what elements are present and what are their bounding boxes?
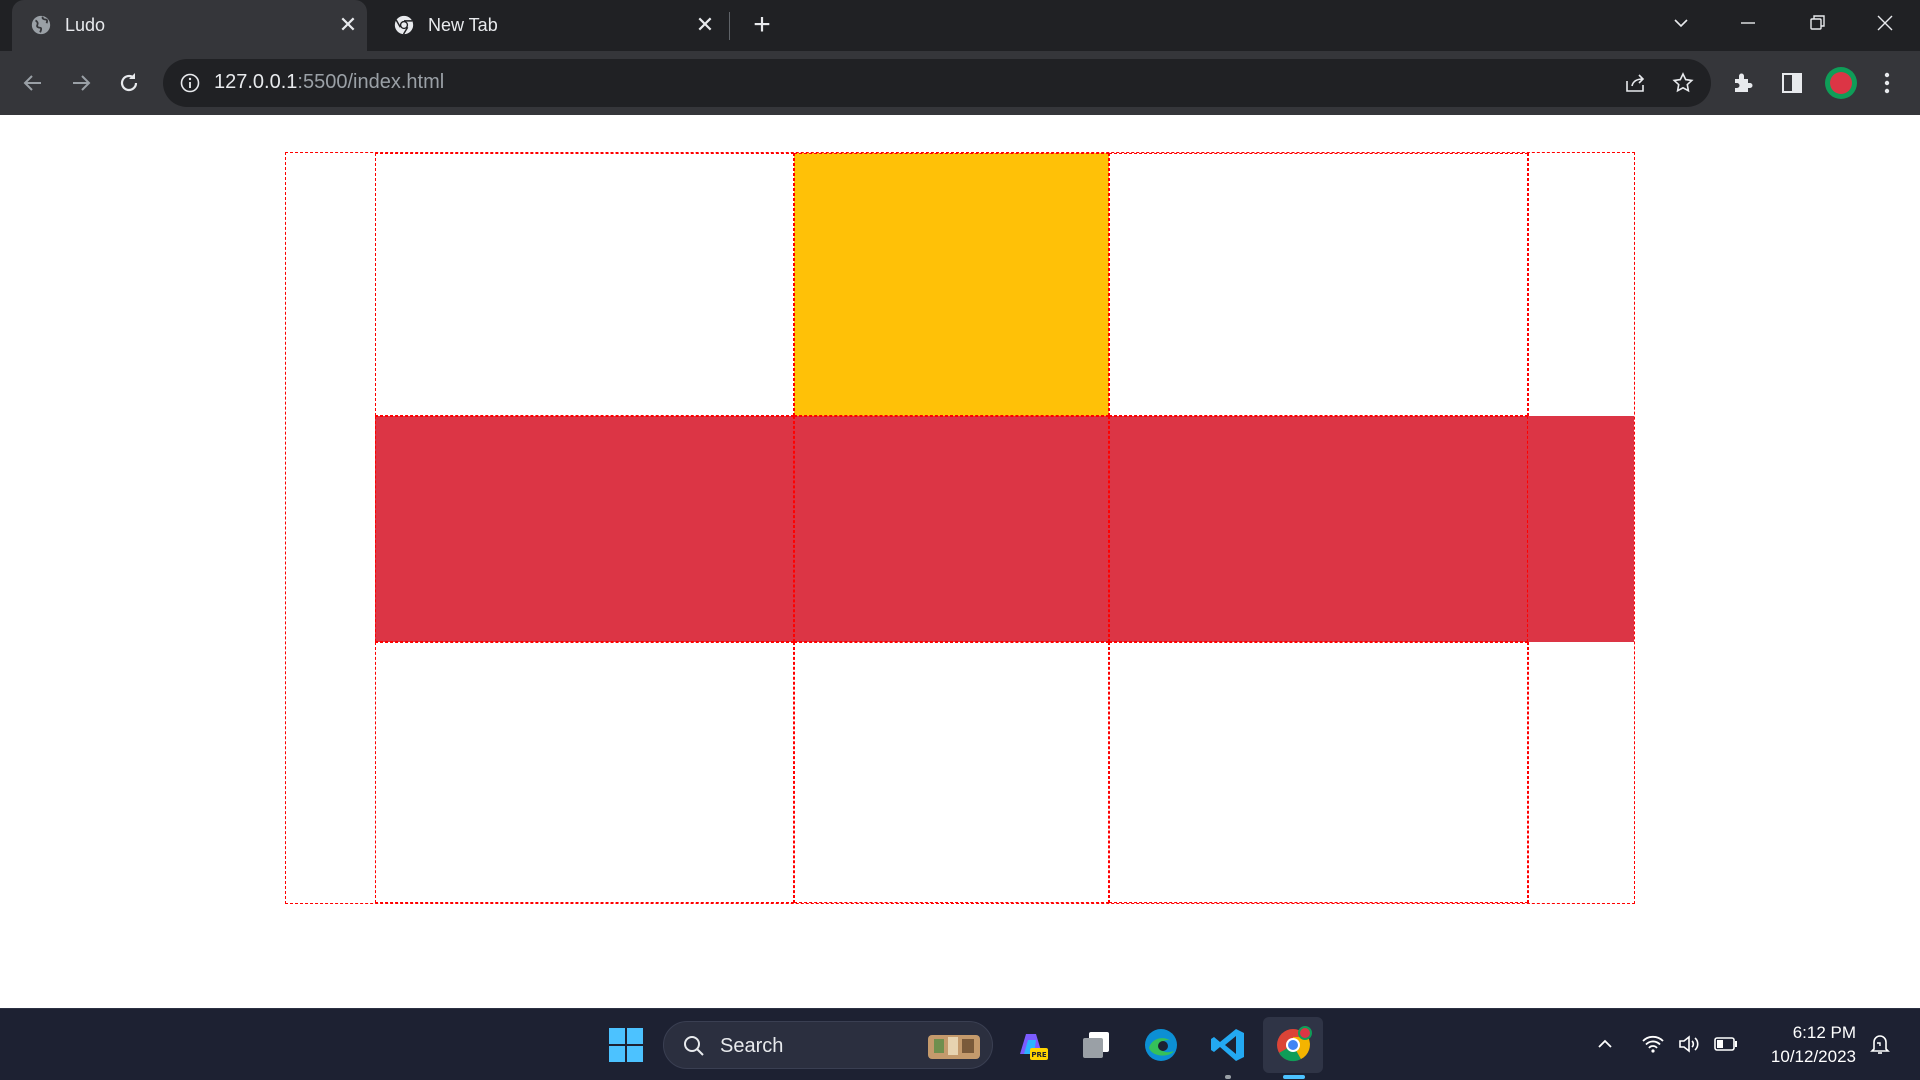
search-highlight-icon — [928, 1035, 980, 1059]
board-cell-red — [1528, 416, 1634, 642]
chrome-icon — [394, 15, 414, 35]
tab-search-chevron-icon[interactable] — [1666, 8, 1696, 38]
search-icon — [684, 1036, 704, 1056]
profile-avatar[interactable] — [1825, 67, 1857, 99]
close-window-icon[interactable] — [1870, 8, 1900, 38]
board-cell-red — [375, 416, 794, 642]
tab-title: Ludo — [65, 15, 106, 35]
url-text[interactable]: 127.0.0.1:5500/index.html — [214, 71, 444, 94]
extensions-puzzle-icon[interactable] — [1730, 70, 1756, 96]
board-cell-yellow — [794, 153, 1109, 416]
url-path: :5500/index.html — [297, 71, 445, 93]
vscode-running-indicator — [1225, 1075, 1231, 1079]
tab-ludo[interactable]: Ludo ✕ — [12, 0, 367, 51]
close-tab-icon[interactable]: ✕ — [693, 13, 717, 37]
show-hidden-icons-chevron-icon[interactable] — [1594, 1033, 1616, 1055]
chrome-icon[interactable] — [1272, 1024, 1314, 1066]
more-menu-icon[interactable] — [1873, 69, 1901, 97]
site-info-icon[interactable] — [179, 72, 201, 94]
profile-avatar-image — [1830, 72, 1852, 94]
tab-separator — [729, 12, 730, 40]
page-viewport — [0, 115, 1920, 1008]
clock-date: 10/12/2023 — [1770, 1047, 1856, 1066]
chrome-active-indicator — [1283, 1075, 1305, 1079]
bookmark-star-icon[interactable] — [1671, 71, 1695, 95]
battery-icon[interactable] — [1712, 1031, 1740, 1057]
new-tab-button[interactable]: + — [748, 10, 776, 40]
minimize-icon[interactable] — [1733, 8, 1763, 38]
svg-text:PRE: PRE — [1031, 1051, 1047, 1059]
windows-start-icon[interactable] — [605, 1024, 647, 1066]
tab-new-tab[interactable]: New Tab ✕ — [375, 0, 725, 51]
forward-arrow-icon[interactable] — [67, 69, 95, 97]
side-panel-icon[interactable] — [1779, 70, 1805, 96]
system-clock[interactable]: 6:12 PM 10/12/2023 — [1750, 1021, 1856, 1069]
board-cell — [1109, 153, 1528, 416]
close-tab-icon[interactable]: ✕ — [336, 13, 360, 37]
share-icon[interactable] — [1623, 71, 1647, 95]
board-column-divider — [1528, 642, 1529, 903]
search-placeholder: Search — [720, 1035, 784, 1057]
board-cell — [375, 153, 794, 416]
tab-title: New Tab — [428, 15, 498, 35]
tab-strip: Ludo ✕ New Tab ✕ + — [0, 0, 1920, 51]
board-cell — [794, 642, 1109, 903]
edge-icon[interactable] — [1140, 1024, 1182, 1066]
notification-bell-icon[interactable] — [1867, 1031, 1893, 1057]
vscode-icon[interactable] — [1207, 1024, 1249, 1066]
taskbar-search[interactable]: Search — [663, 1021, 993, 1069]
wifi-icon[interactable] — [1640, 1031, 1666, 1057]
board-cell-red — [1109, 416, 1528, 642]
address-bar[interactable]: 127.0.0.1:5500/index.html — [163, 59, 1711, 107]
board-cell-red — [794, 416, 1109, 642]
taskbar: Search PRE 6:12 PM 10/12/2023 — [0, 1008, 1920, 1080]
globe-icon — [31, 15, 51, 35]
copilot-icon[interactable]: PRE — [1010, 1024, 1052, 1066]
restore-icon[interactable] — [1802, 8, 1832, 38]
url-host: 127.0.0.1 — [214, 71, 298, 93]
ludo-board — [285, 152, 1635, 904]
reload-icon[interactable] — [115, 69, 143, 97]
volume-icon[interactable] — [1676, 1031, 1702, 1057]
board-column-divider — [1528, 153, 1529, 416]
browser-toolbar: 127.0.0.1:5500/index.html — [0, 51, 1920, 115]
back-arrow-icon[interactable] — [19, 69, 47, 97]
board-cell — [375, 642, 794, 903]
task-view-icon[interactable] — [1075, 1024, 1117, 1066]
clock-time: 6:12 PM — [1792, 1023, 1856, 1042]
board-cell — [1109, 642, 1528, 903]
